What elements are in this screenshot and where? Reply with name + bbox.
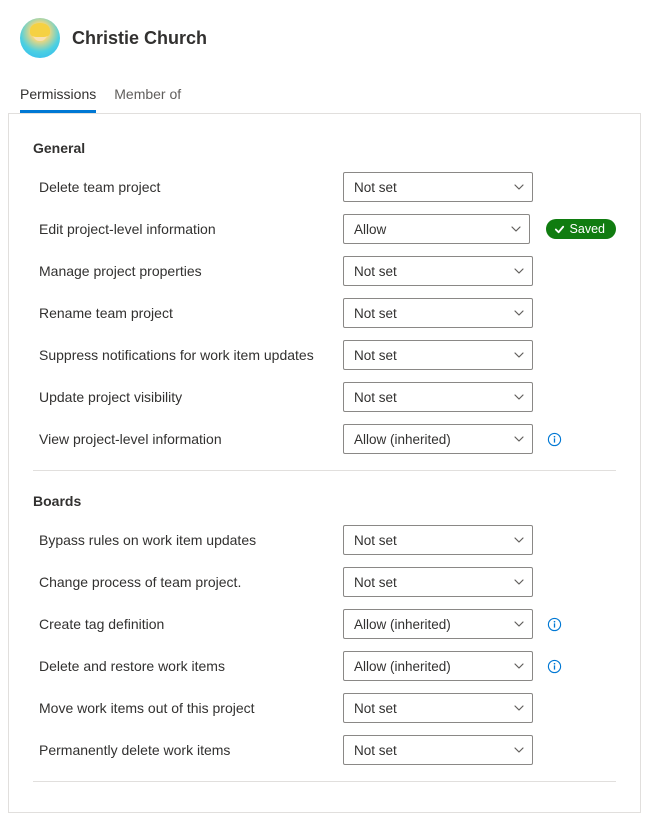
tab-member-of[interactable]: Member of [114, 78, 181, 112]
permission-row: Delete and restore work items Allow (inhe… [33, 645, 616, 687]
permission-row: Delete team project Not set [33, 166, 616, 208]
permission-select[interactable]: Not set [343, 298, 533, 328]
permission-label: Move work items out of this project [33, 700, 333, 716]
permission-label: Rename team project [33, 305, 333, 321]
permission-select[interactable]: Allow (inherited) [343, 651, 533, 681]
info-icon[interactable] [547, 432, 562, 447]
section-divider [33, 781, 616, 782]
permission-select[interactable]: Not set [343, 567, 533, 597]
permission-label: Update project visibility [33, 389, 333, 405]
permission-label: View project-level information [33, 431, 333, 447]
info-icon[interactable] [547, 659, 562, 674]
section-title: General [33, 140, 616, 156]
permission-select[interactable]: Not set [343, 525, 533, 555]
permission-select[interactable]: Not set [343, 693, 533, 723]
permission-select[interactable]: Not set [343, 382, 533, 412]
permission-select[interactable]: Allow (inherited) [343, 424, 533, 454]
permission-label: Suppress notifications for work item upd… [33, 347, 333, 363]
permission-row: Bypass rules on work item updates Not set [33, 519, 616, 561]
user-name: Christie Church [72, 28, 207, 49]
section-divider [33, 470, 616, 471]
permission-row: Suppress notifications for work item upd… [33, 334, 616, 376]
info-icon[interactable] [547, 617, 562, 632]
permission-label: Manage project properties [33, 263, 333, 279]
permission-row: Manage project properties Not set [33, 250, 616, 292]
tab-permissions[interactable]: Permissions [20, 78, 96, 112]
permission-select[interactable]: Allow (inherited) [343, 609, 533, 639]
permission-select[interactable]: Not set [343, 340, 533, 370]
permission-row: Edit project-level information Allow Saved [33, 208, 616, 250]
permission-row: View project-level information Allow (inh… [33, 418, 616, 460]
permission-row: Rename team project Not set [33, 292, 616, 334]
permission-label: Delete team project [33, 179, 333, 195]
permission-row: Permanently delete work items Not set [33, 729, 616, 771]
permission-select[interactable]: Not set [343, 172, 533, 202]
permission-select[interactable]: Not set [343, 735, 533, 765]
permission-label: Permanently delete work items [33, 742, 333, 758]
permission-select[interactable]: Not set [343, 256, 533, 286]
section-title: Boards [33, 493, 616, 509]
permission-label: Change process of team project. [33, 574, 333, 590]
avatar [20, 18, 60, 58]
saved-badge: Saved [546, 219, 616, 239]
permissions-panel: General Delete team project Not set Edit pr… [8, 113, 641, 813]
permission-row: Change process of team project. Not set [33, 561, 616, 603]
permission-label: Bypass rules on work item updates [33, 532, 333, 548]
permission-row: Move work items out of this project Not s… [33, 687, 616, 729]
permission-row: Update project visibility Not set [33, 376, 616, 418]
permission-label: Create tag definition [33, 616, 333, 632]
permission-select[interactable]: Allow [343, 214, 530, 244]
permission-row: Create tag definition Allow (inherited) [33, 603, 616, 645]
permission-label: Edit project-level information [33, 221, 333, 237]
permission-label: Delete and restore work items [33, 658, 333, 674]
